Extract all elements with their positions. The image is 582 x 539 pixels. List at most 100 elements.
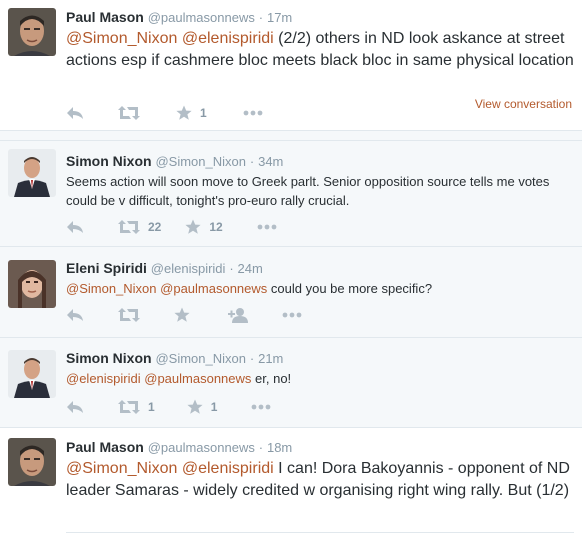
mention[interactable]: @Simon_Nixon	[66, 30, 177, 47]
separator: ·	[249, 154, 255, 169]
mention[interactable]: @paulmasonnews	[144, 371, 251, 386]
retweet-button[interactable]: 22	[118, 220, 161, 234]
retweet-count: 22	[148, 220, 162, 234]
username[interactable]: @Simon_Nixon	[155, 154, 246, 169]
tweet-actions: 22 12	[66, 217, 277, 237]
mention[interactable]: @elenispiridi	[66, 371, 141, 386]
tweet-header: Paul Mason @paulmasonnews · 17m	[66, 8, 574, 26]
avatar-simon-nixon[interactable]	[8, 149, 56, 197]
mention[interactable]: @paulmasonnews	[160, 281, 267, 296]
reply-button[interactable]	[66, 220, 84, 234]
username[interactable]: @paulmasonnews	[148, 10, 255, 25]
tweet-text: @Simon_Nixon @paulmasonnews could you be…	[66, 279, 574, 298]
tweet-header: Eleni Spiridi @elenispiridi · 24m	[66, 259, 574, 277]
mention[interactable]: @Simon_Nixon	[66, 281, 157, 296]
favorite-count: 12	[209, 220, 223, 234]
username[interactable]: @paulmasonnews	[148, 440, 255, 455]
separator: ·	[229, 261, 234, 276]
mention[interactable]: @Simon_Nixon	[66, 460, 177, 477]
mention[interactable]: @elenispiridi	[182, 30, 274, 47]
tweet-content: Simon Nixon @Simon_Nixon · 34m Seems act…	[66, 152, 574, 210]
reply-button[interactable]	[66, 106, 84, 120]
retweet-icon	[118, 106, 140, 120]
tweet-content: Simon Nixon @Simon_Nixon · 21m @elenispi…	[66, 349, 574, 388]
favorite-count: 1	[210, 400, 218, 414]
star-icon	[185, 219, 201, 234]
tweet-text: @Simon_Nixon @elenispiridi I can! Dora B…	[66, 458, 574, 502]
favorite-button[interactable]: 12	[185, 219, 223, 235]
avatar-eleni-spiridi[interactable]	[8, 260, 56, 308]
avatar-simon-nixon[interactable]	[8, 350, 56, 398]
tweet-content: Eleni Spiridi @elenispiridi · 24m @Simon…	[66, 259, 574, 298]
tweet-header: Simon Nixon @Simon_Nixon · 34m	[66, 152, 574, 170]
more-button[interactable]	[251, 404, 271, 410]
username[interactable]: @Simon_Nixon	[155, 351, 246, 366]
favorite-button[interactable]	[174, 307, 190, 323]
more-icon	[251, 404, 271, 410]
tweet-3[interactable]: Eleni Spiridi @elenispiridi · 24m @Simon…	[0, 247, 582, 338]
more-button[interactable]	[257, 224, 277, 230]
timestamp[interactable]: 24m	[238, 261, 263, 276]
timestamp[interactable]: 17m	[267, 10, 292, 25]
tweet-actions	[66, 305, 302, 325]
timestamp[interactable]: 34m	[258, 154, 283, 169]
tweet-body: could you be more specific?	[267, 281, 433, 296]
reply-button[interactable]	[66, 400, 84, 414]
tweet-text: @elenispiridi @paulmasonnews er, no!	[66, 369, 574, 388]
reply-button[interactable]	[66, 308, 84, 322]
retweet-icon	[118, 220, 140, 234]
follow-icon	[228, 308, 248, 323]
tweet-content: Paul Mason @paulmasonnews · 17m @Simon_N…	[66, 8, 574, 72]
tweet-4[interactable]: Simon Nixon @Simon_Nixon · 21m @elenispi…	[0, 338, 582, 428]
conversation-timeline: Paul Mason @paulmasonnews · 17m @Simon_N…	[0, 0, 582, 539]
reply-icon	[67, 107, 83, 119]
separator: ·	[258, 440, 264, 455]
tweet-text: Seems action will soon move to Greek par…	[66, 174, 550, 208]
retweet-icon	[118, 308, 140, 322]
fullname[interactable]: Paul Mason	[66, 439, 144, 455]
favorite-button[interactable]: 1	[187, 399, 218, 415]
follow-button[interactable]	[228, 307, 248, 323]
tweet-body: er, no!	[251, 371, 292, 386]
timestamp[interactable]: 18m	[267, 440, 292, 455]
fullname[interactable]: Eleni Spiridi	[66, 260, 147, 276]
tweet-actions: 1 1	[66, 397, 271, 417]
reply-icon	[67, 309, 83, 321]
reply-icon	[67, 401, 83, 413]
more-icon	[282, 312, 302, 318]
timestamp[interactable]: 21m	[258, 351, 283, 366]
more-icon	[243, 110, 263, 116]
favorite-count: 1	[200, 106, 207, 120]
tweet-2[interactable]: Simon Nixon @Simon_Nixon · 34m Seems act…	[0, 140, 582, 247]
fullname[interactable]: Paul Mason	[66, 9, 144, 25]
more-button[interactable]	[282, 312, 302, 318]
tweet-actions: 1	[66, 103, 263, 123]
tweet-1[interactable]: Paul Mason @paulmasonnews · 17m @Simon_N…	[0, 0, 582, 131]
username[interactable]: @elenispiridi	[151, 261, 226, 276]
divider	[66, 532, 574, 533]
tweet-header: Paul Mason @paulmasonnews · 18m	[66, 438, 574, 456]
fullname[interactable]: Simon Nixon	[66, 153, 152, 169]
more-button[interactable]	[243, 110, 263, 116]
tweet-5[interactable]: Paul Mason @paulmasonnews · 18m @Simon_N…	[0, 428, 582, 539]
star-icon	[174, 307, 190, 322]
star-icon	[176, 105, 192, 120]
retweet-icon	[118, 400, 140, 414]
separator: ·	[249, 351, 255, 366]
retweet-button[interactable]: 1	[118, 400, 155, 414]
fullname[interactable]: Simon Nixon	[66, 350, 152, 366]
star-icon	[187, 399, 203, 414]
tweet-text: @Simon_Nixon @elenispiridi (2/2) others …	[66, 28, 574, 72]
reply-icon	[67, 221, 83, 233]
retweet-button[interactable]	[118, 106, 140, 120]
tweet-header: Simon Nixon @Simon_Nixon · 21m	[66, 349, 574, 367]
favorite-button[interactable]: 1	[176, 105, 207, 121]
view-conversation-link[interactable]: View conversation	[475, 97, 572, 111]
avatar-paul-mason[interactable]	[8, 438, 56, 486]
avatar-paul-mason[interactable]	[8, 8, 56, 56]
mention[interactable]: @elenispiridi	[182, 460, 274, 477]
retweet-button[interactable]	[118, 308, 140, 322]
more-icon	[257, 224, 277, 230]
retweet-count: 1	[148, 400, 155, 414]
tweet-content: Paul Mason @paulmasonnews · 18m @Simon_N…	[66, 438, 574, 502]
